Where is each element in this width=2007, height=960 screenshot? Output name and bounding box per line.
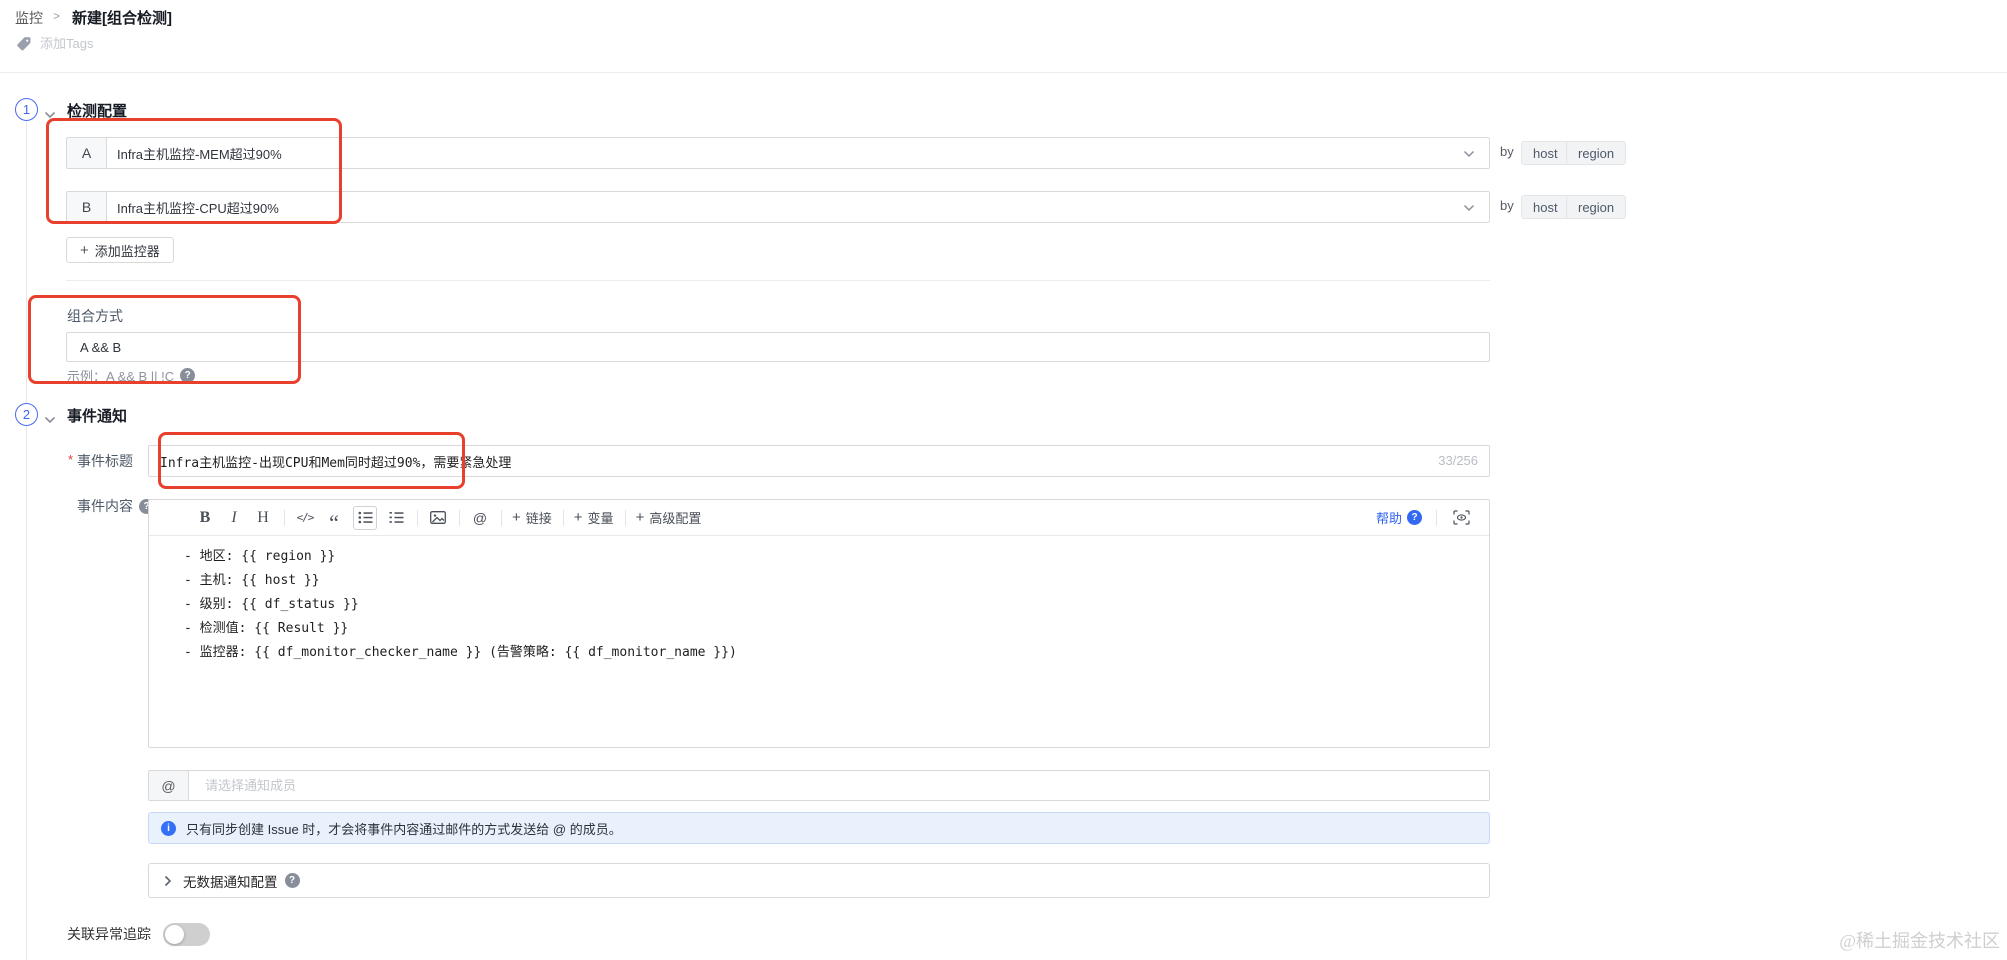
editor-line: - 主机: {{ host }} <box>184 573 320 588</box>
by-label: by <box>1500 198 1514 213</box>
plus-icon: + <box>635 509 645 526</box>
combine-expression-input[interactable] <box>66 332 1490 362</box>
group-by-tag-host[interactable]: host <box>1521 195 1570 219</box>
event-content-label-text: 事件内容 <box>77 498 133 514</box>
editor-line: - 地区: {{ region }} <box>184 549 336 564</box>
info-icon: i <box>161 820 176 836</box>
tags-input[interactable] <box>40 32 260 54</box>
event-title-input[interactable] <box>148 445 1490 477</box>
monitor-select-a[interactable]: Infra主机监控-MEM超过90% <box>106 137 1490 169</box>
monitor-key-label: B <box>66 191 106 223</box>
insert-link-label: 链接 <box>525 511 552 526</box>
section-1-title: 检测配置 <box>67 103 128 120</box>
section-1-collapse-chevron-down-icon[interactable] <box>44 106 56 124</box>
image-icon[interactable] <box>428 506 448 530</box>
toolbar-divider <box>501 509 502 526</box>
advanced-config-button[interactable]: + 高级配置 <box>636 506 702 530</box>
mention-members-input[interactable] <box>189 771 1489 800</box>
ordered-list-icon[interactable] <box>386 506 406 530</box>
advanced-config-label: 高级配置 <box>649 511 702 526</box>
editor-toolbar: B I H </> “ @ + 链接 + 变量 + 高级配置 帮助 ? <box>149 500 1489 536</box>
breadcrumb-parent[interactable]: 监控 <box>15 8 43 28</box>
editor-line: - 监控器: {{ df_monitor_checker_name }} (告警… <box>184 645 737 660</box>
editor-line: - 级别: {{ df_status }} <box>184 597 359 612</box>
help-question-icon[interactable]: ? <box>284 873 300 888</box>
step-connector-line <box>26 122 27 960</box>
watermark: @稀土掘金技术社区 <box>1839 931 2000 951</box>
italic-icon[interactable]: I <box>224 506 244 530</box>
monitor-select-b[interactable]: Infra主机监控-CPU超过90% <box>106 191 1490 223</box>
toolbar-divider <box>624 509 626 526</box>
markdown-editor: B I H </> “ @ + 链接 + 变量 + 高级配置 帮助 ? - 地区… <box>148 499 1490 748</box>
toolbar-divider <box>562 509 564 526</box>
plus-icon: + <box>573 509 583 526</box>
toolbar-divider <box>417 509 418 526</box>
monitor-row: A Infra主机监控-MEM超过90% <box>66 137 1490 169</box>
preview-icon[interactable] <box>1451 506 1471 530</box>
event-title-label: 事件标题 <box>77 453 133 469</box>
group-by-tag-host[interactable]: host <box>1521 141 1570 165</box>
header-divider <box>0 72 2007 73</box>
editor-line: - 检测值: {{ Result }} <box>184 621 349 636</box>
chevron-down-icon <box>1463 204 1475 212</box>
info-banner: i 只有同步创建 Issue 时，才会将事件内容通过邮件的方式发送给 @ 的成员… <box>148 812 1490 844</box>
monitor-select-a-value: Infra主机监控-MEM超过90% <box>117 146 282 162</box>
chevron-down-icon <box>1463 150 1475 158</box>
combine-method-label: 组合方式 <box>67 308 123 324</box>
blockquote-icon[interactable]: “ <box>324 506 344 533</box>
add-monitor-button-label: 添加监控器 <box>94 243 160 259</box>
editor-help-label: 帮助 <box>1375 511 1402 526</box>
editor-content[interactable]: - 地区: {{ region }} - 主机: {{ host }} - 级别… <box>149 536 1489 665</box>
info-banner-text: 只有同步创建 Issue 时，才会将事件内容通过邮件的方式发送给 @ 的成员。 <box>186 821 622 837</box>
section-divider <box>66 280 1490 281</box>
issue-tracking-label: 关联异常追踪 <box>67 926 151 942</box>
insert-variable-label: 变量 <box>587 511 614 526</box>
plus-icon: + <box>512 509 521 526</box>
combine-hint: 示例：A && B || !C ? <box>67 366 196 385</box>
section-2-collapse-chevron-down-icon[interactable] <box>44 411 56 429</box>
toolbar-divider <box>459 509 460 526</box>
step-2-badge: 2 <box>15 403 38 426</box>
mention-icon[interactable]: @ <box>470 506 490 530</box>
group-by-tag-region[interactable]: region <box>1566 195 1627 219</box>
help-question-icon: ? <box>1407 510 1422 525</box>
at-prefix-icon: @ <box>149 771 189 800</box>
by-label: by <box>1500 144 1514 159</box>
bullet-list-icon[interactable] <box>353 505 377 530</box>
required-asterisk: * <box>68 452 74 467</box>
monitor-select-b-value: Infra主机监控-CPU超过90% <box>117 200 279 216</box>
editor-help-button[interactable]: 帮助 ? <box>1376 508 1422 527</box>
chevron-right-icon <box>164 875 172 886</box>
heading-icon[interactable]: H <box>253 506 273 530</box>
tag-icon <box>16 36 32 57</box>
event-title-field: 33/256 <box>148 445 1490 477</box>
code-icon[interactable]: </> <box>295 506 315 530</box>
page-title: 新建[组合检测] <box>72 10 172 27</box>
section-2-title: 事件通知 <box>67 408 128 425</box>
combine-hint-text: 示例：A && B || !C <box>67 369 175 384</box>
bold-icon[interactable]: B <box>195 506 215 530</box>
plus-icon: + <box>80 241 89 259</box>
insert-link-button[interactable]: + 链接 <box>512 506 552 530</box>
nodata-config-label: 无数据通知配置 <box>183 874 278 890</box>
toolbar-divider <box>1436 509 1437 526</box>
event-content-label: 事件内容 ? <box>77 496 154 516</box>
help-question-icon[interactable]: ? <box>180 368 196 383</box>
mention-field: @ <box>148 770 1490 801</box>
group-by-tag-region[interactable]: region <box>1566 141 1627 165</box>
add-monitor-button[interactable]: + 添加监控器 <box>66 237 174 263</box>
step-1-badge: 1 <box>15 98 38 121</box>
monitor-key-label: A <box>66 137 106 169</box>
toggle-knob <box>165 925 184 944</box>
char-counter: 33/256 <box>1438 453 1478 468</box>
toolbar-divider <box>284 509 285 526</box>
nodata-config-panel[interactable]: 无数据通知配置 ? <box>148 863 1490 898</box>
breadcrumb-separator-icon: > <box>53 9 61 23</box>
insert-variable-button[interactable]: + 变量 <box>574 506 614 530</box>
monitor-row: B Infra主机监控-CPU超过90% <box>66 191 1490 223</box>
issue-tracking-toggle[interactable] <box>163 923 210 946</box>
